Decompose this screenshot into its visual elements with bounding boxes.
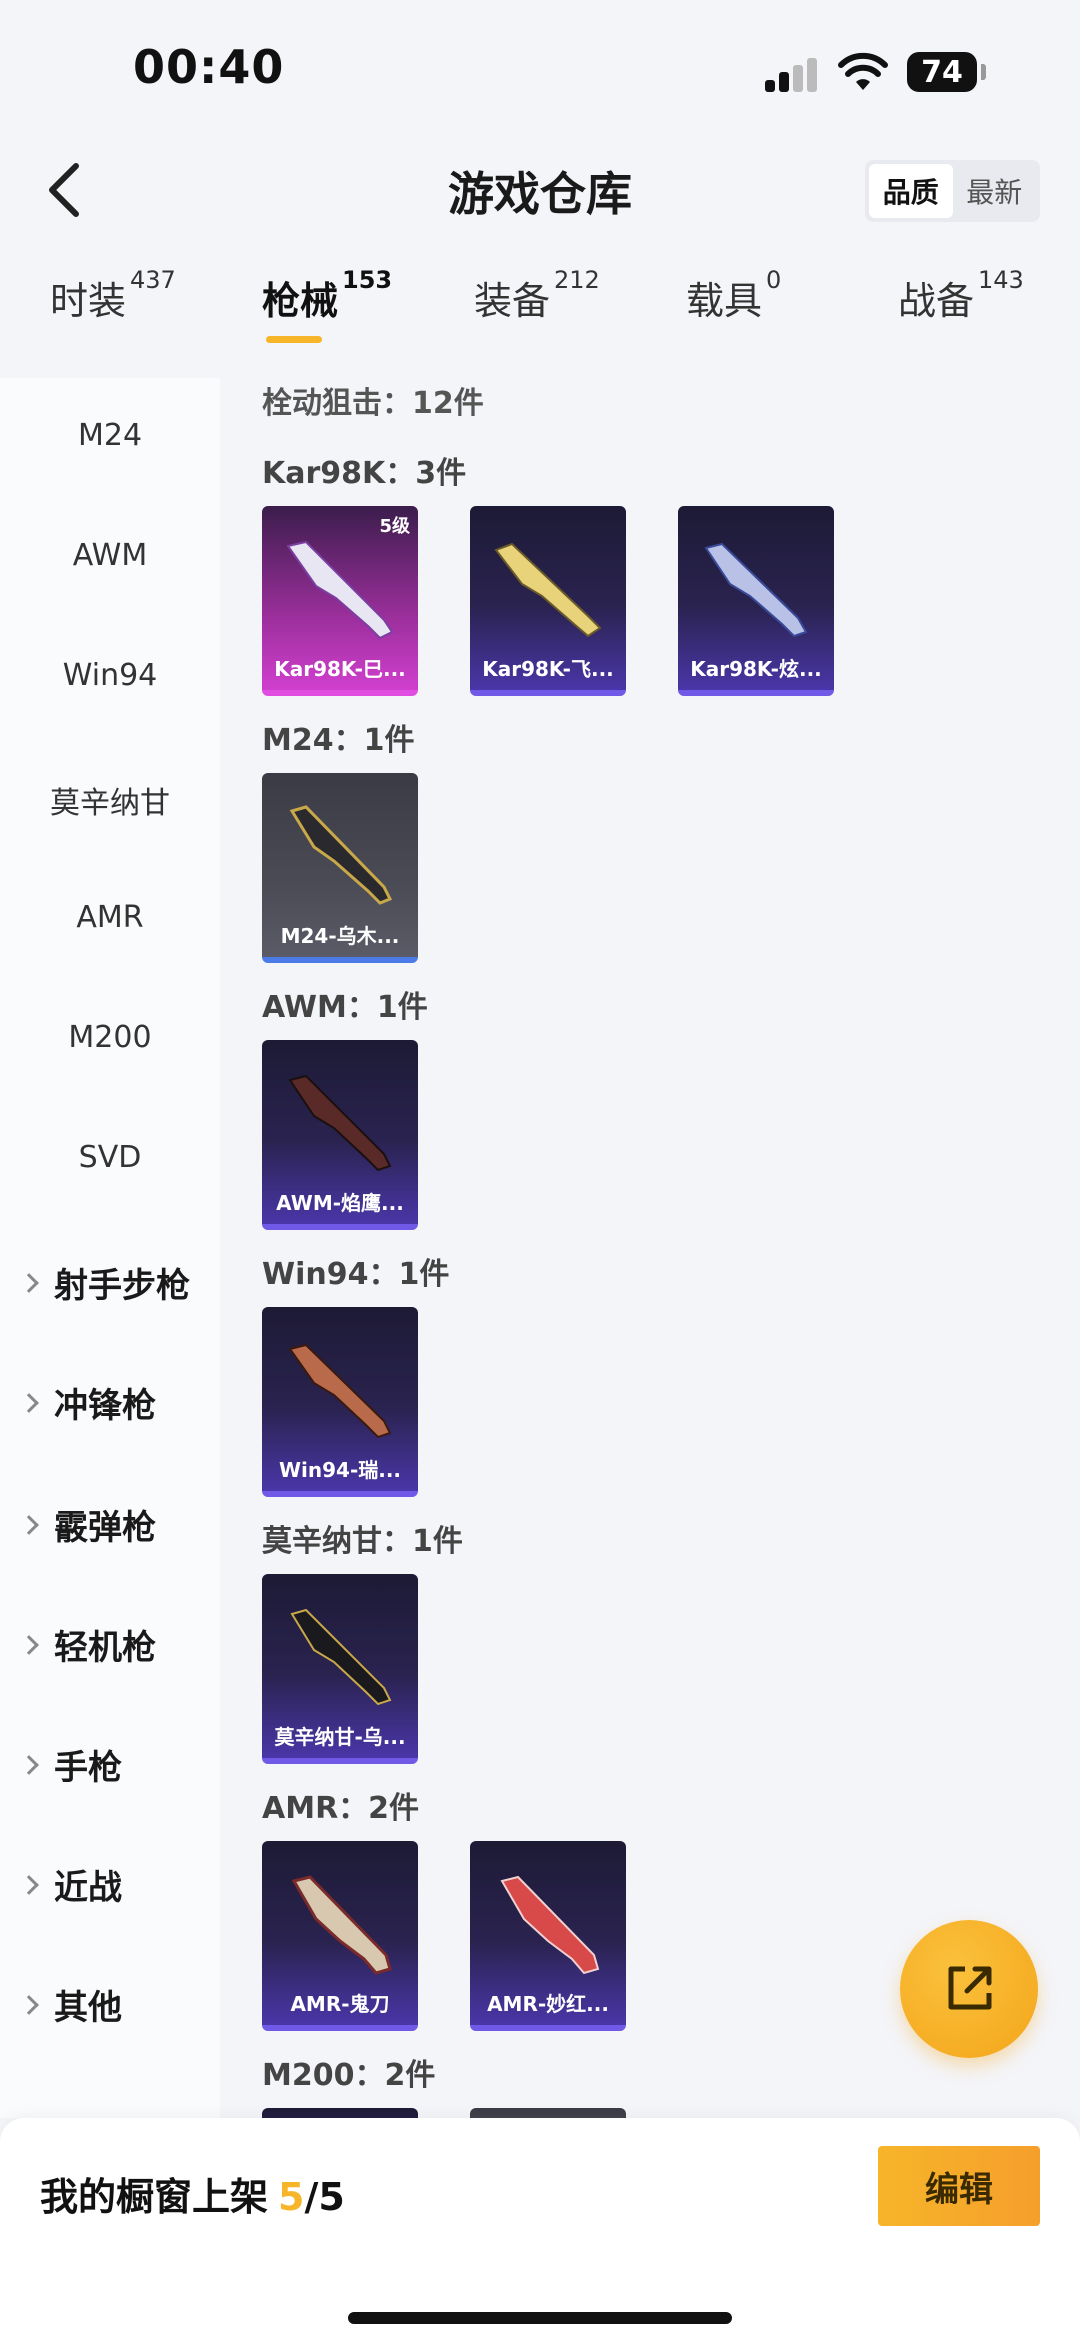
item-name: AMR-妙红... [487, 1992, 609, 2016]
tab-count: 212 [554, 266, 600, 294]
showcase-count: 5 [278, 2175, 305, 2219]
sidebar-group-shotgun[interactable]: 霰弹枪 [19, 1500, 156, 1549]
item-card[interactable]: 莫辛纳甘-乌... [262, 1574, 418, 1764]
item-name: AWM-焰鹰... [276, 1191, 404, 1215]
tab-label: 枪械 [262, 279, 339, 323]
section-title-m200: M200：2件 [262, 2058, 436, 2093]
sidebar-group-label: 轻机枪 [54, 1628, 156, 1668]
sort-newest-button[interactable]: 最新 [953, 164, 1037, 218]
rifle-icon [288, 1074, 392, 1172]
showcase-bar: 我的橱窗上架 5 /5 编辑 [0, 2118, 1080, 2341]
section-title-mosin: 莫辛纳甘：1件 [262, 1524, 463, 1559]
tab-equipment[interactable]: 装备 212 [474, 266, 600, 325]
sidebar-group-label: 霰弹枪 [54, 1508, 156, 1548]
sidebar-item-mosin[interactable]: 莫辛纳甘 [0, 778, 220, 822]
item-name: Kar98K-巳... [274, 657, 406, 681]
section-title-amr: AMR：2件 [262, 1791, 420, 1826]
home-indicator[interactable] [348, 2312, 732, 2324]
item-name: Kar98K-飞... [482, 657, 614, 681]
item-card[interactable]: AMR-妙红... [470, 1841, 626, 2031]
item-name: AMR-鬼刀 [290, 1992, 390, 2016]
sidebar-group-label: 其他 [54, 1988, 122, 2028]
sidebar-item-amr[interactable]: AMR [0, 900, 220, 935]
weapon-list: 栓动狙击：12件 Kar98K：3件 5级 Kar98K-巳... Kar98K… [222, 360, 1080, 2120]
sidebar-item-m200[interactable]: M200 [0, 1020, 220, 1055]
sidebar-item-win94[interactable]: Win94 [0, 658, 220, 693]
rifle-icon [289, 805, 393, 905]
sidebar-group-other[interactable]: 其他 [19, 1980, 122, 2029]
sidebar-group-label: 冲锋枪 [54, 1386, 156, 1426]
tab-label: 装备 [474, 279, 551, 323]
tab-count: 153 [342, 266, 393, 294]
rifle-icon [286, 540, 394, 640]
sidebar-group-pistol[interactable]: 手枪 [19, 1740, 122, 1789]
item-card[interactable]: Kar98K-炫... [678, 506, 834, 696]
chevron-right-icon [19, 1994, 39, 2015]
sidebar-group-lmg[interactable]: 轻机枪 [19, 1620, 156, 1669]
sidebar-group-melee[interactable]: 近战 [19, 1860, 122, 1909]
status-bar: 00:40 74 [0, 0, 1080, 140]
sidebar-group-smg[interactable]: 冲锋枪 [19, 1378, 156, 1427]
chevron-right-icon [19, 1634, 39, 1655]
sidebar-item-awm[interactable]: AWM [0, 538, 220, 573]
item-card[interactable]: AWM-焰鹰... [262, 1040, 418, 1230]
item-card[interactable]: Win94-瑞... [262, 1307, 418, 1497]
tab-vehicles[interactable]: 载具 0 [686, 266, 781, 325]
chevron-right-icon [19, 1272, 39, 1293]
tab-underline [266, 336, 322, 343]
section-title-awm: AWM：1件 [262, 990, 428, 1025]
tab-label: 战备 [898, 279, 975, 323]
sidebar-item-m24[interactable]: M24 [0, 418, 220, 453]
status-time: 00:40 [133, 40, 285, 94]
showcase-label: 我的橱窗上架 5 /5 [40, 2166, 345, 2221]
tab-fashion[interactable]: 时装 437 [50, 266, 176, 325]
sort-quality-button[interactable]: 品质 [869, 164, 953, 218]
tab-label: 时装 [50, 279, 127, 323]
sidebar-item-svd[interactable]: SVD [0, 1140, 220, 1175]
rifle-icon [704, 542, 808, 638]
rifle-icon [500, 1875, 600, 1975]
section-title-win94: Win94：1件 [262, 1257, 450, 1292]
item-card[interactable]: 5级 Kar98K-巳... [262, 506, 418, 696]
tab-label: 载具 [686, 279, 763, 323]
item-card[interactable]: M24-乌木... [262, 773, 418, 963]
item-name: Win94-瑞... [278, 1458, 402, 1482]
tab-count: 437 [130, 266, 176, 294]
category-header: 栓动狙击：12件 [262, 386, 484, 421]
item-name: 莫辛纳甘-乌... [274, 1725, 406, 1749]
showcase-label-text: 我的橱窗上架 [40, 2175, 269, 2219]
sidebar-group-label: 手枪 [54, 1748, 122, 1788]
item-card[interactable]: AMR-鬼刀 [262, 1841, 418, 2031]
rifle-icon [290, 1608, 392, 1706]
wifi-icon [838, 52, 888, 90]
sidebar-group-label: 射手步枪 [54, 1266, 190, 1306]
sidebar-group-dmr[interactable]: 射手步枪 [19, 1258, 190, 1307]
tab-supplies[interactable]: 战备 143 [898, 266, 1024, 325]
tab-weapons[interactable]: 枪械 153 [262, 266, 392, 343]
section-title-kar98k: Kar98K：3件 [262, 456, 467, 491]
sidebar-group-label: 近战 [54, 1868, 122, 1908]
item-card[interactable]: Kar98K-飞... [470, 506, 626, 696]
signal-icon [765, 58, 825, 92]
chevron-right-icon [19, 1874, 39, 1895]
sort-toggle[interactable]: 品质 最新 [865, 160, 1040, 222]
rifle-icon [288, 1343, 392, 1439]
tab-count: 143 [978, 266, 1024, 294]
chevron-right-icon [19, 1392, 39, 1413]
weapon-sidebar: M24 AWM Win94 莫辛纳甘 AMR M200 SVD 射手步枪 冲锋枪… [0, 378, 220, 2118]
item-name: M24-乌木... [280, 924, 400, 948]
item-name: Kar98K-炫... [690, 657, 822, 681]
category-tabs: 时装 437 枪械 153 装备 212 载具 0 战备 143 [0, 266, 1080, 360]
section-title-m24: M24：1件 [262, 723, 415, 758]
battery-icon: 74 [907, 52, 986, 92]
rifle-icon [291, 1875, 392, 1975]
chevron-right-icon [19, 1754, 39, 1775]
chevron-right-icon [19, 1514, 39, 1535]
share-icon [948, 1966, 992, 2010]
edit-button[interactable]: 编辑 [878, 2146, 1040, 2226]
showcase-total: /5 [304, 2175, 345, 2219]
tab-count: 0 [766, 266, 782, 294]
rifle-icon [494, 542, 602, 638]
share-button[interactable] [900, 1920, 1038, 2058]
